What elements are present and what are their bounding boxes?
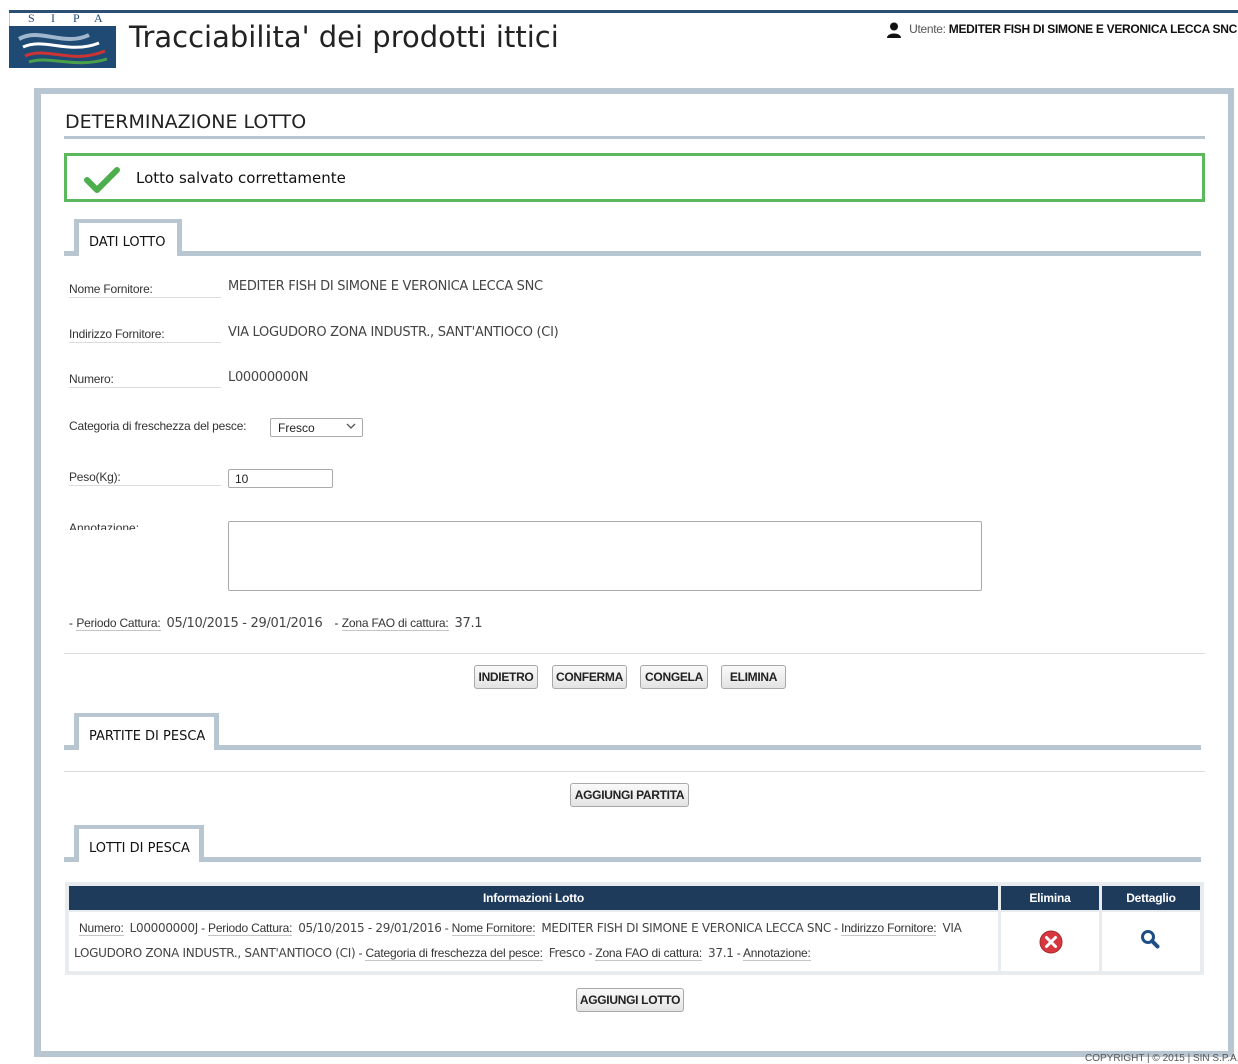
header-informazioni-lotto: Informazioni Lotto [69,886,998,910]
peso-label: Peso(Kg): [69,470,221,486]
user-info: Utente: MEDITER FISH DI SIMONE E VERONIC… [887,22,1238,38]
categoria-label: Categoria di freschezza del pesce: [69,419,247,433]
sipa-logo: S I P A [9,13,116,68]
congela-button[interactable]: CONGELA [640,665,708,689]
success-message-box: Lotto salvato correttamente [64,153,1205,202]
checkmark-icon [84,167,120,193]
nome-fornitore-label: Nome Fornitore: [69,282,221,298]
dati-lotto-rule [64,251,1201,256]
aggiungi-lotto-button[interactable]: AGGIUNGI LOTTO [576,988,684,1012]
numero-value: L00000000N [228,370,309,385]
page-title: DETERMINAZIONE LOTTO [65,111,307,133]
cattura-info: - Periodo Cattura: 05/10/2015 - 29/01/201… [69,616,483,631]
indirizzo-fornitore-label: Indirizzo Fornitore: [69,327,221,343]
partite-divider [64,771,1205,772]
dettaglio-cell [1102,912,1200,971]
zona-fao-value: 37.1 [454,616,483,631]
categoria-select[interactable]: Fresco [270,418,363,437]
indirizzo-fornitore-value: VIA LOGUDORO ZONA INDUSTR., SANT'ANTIOCO… [228,325,559,340]
title-divider [64,136,1205,139]
header-elimina: Elimina [1001,886,1099,910]
elimina-button[interactable]: ELIMINA [721,665,786,689]
tab-partite-di-pesca: PARTITE DI PESCA [74,713,219,750]
magnifier-icon[interactable] [1140,929,1160,949]
tab-dati-lotto: DATI LOTTO [74,219,182,256]
header-top-rule [9,10,1238,13]
aggiungi-partita-button[interactable]: AGGIUNGI PARTITA [570,783,689,807]
lotti-table: Informazioni Lotto Elimina Dettaglio Num… [65,882,1204,975]
user-icon [887,22,902,38]
partite-rule [64,745,1201,750]
indietro-button[interactable]: INDIETRO [474,665,538,689]
zona-fao-label: Zona FAO di cattura: [341,616,449,631]
annotazione-label-clip: Annotazione: [69,521,221,530]
success-message: Lotto salvato correttamente [136,169,346,187]
periodo-cattura-label: Periodo Cattura: [76,616,161,631]
periodo-cattura-value: 05/10/2015 - 29/01/2016 [166,616,323,631]
app-title: Tracciabilita' dei prodotti ittici [129,20,559,54]
nome-fornitore-value: MEDITER FISH DI SIMONE E VERONICA LECCA … [228,279,543,294]
header-dettaglio: Dettaglio [1102,886,1200,910]
user-label: Utente: [909,22,946,36]
numero-label: Numero: [69,372,221,388]
annotazione-textarea[interactable] [228,521,982,591]
copyright-footer: COPYRIGHT | © 2015 | SIN S.P.A. [1085,1053,1238,1064]
fish-waves-icon [17,33,108,65]
tab-lotti-di-pesca: LOTTI DI PESCA [74,825,204,862]
conferma-button[interactable]: CONFERMA [552,665,627,689]
annotazione-label: Annotazione: [69,521,140,530]
delete-icon[interactable] [1039,930,1063,954]
elimina-cell [1001,912,1099,971]
user-name: MEDITER FISH DI SIMONE E VERONICA LECCA … [948,22,1238,36]
lotti-rule [64,857,1201,862]
form-divider [64,653,1205,654]
lotto-info: Numero: L00000000J - Periodo Cattura: 05/1… [74,921,962,961]
table-row: Numero: L00000000J - Periodo Cattura: 05/1… [69,912,998,971]
chevron-down-icon [346,423,356,429]
peso-input[interactable]: 10 [228,469,333,488]
